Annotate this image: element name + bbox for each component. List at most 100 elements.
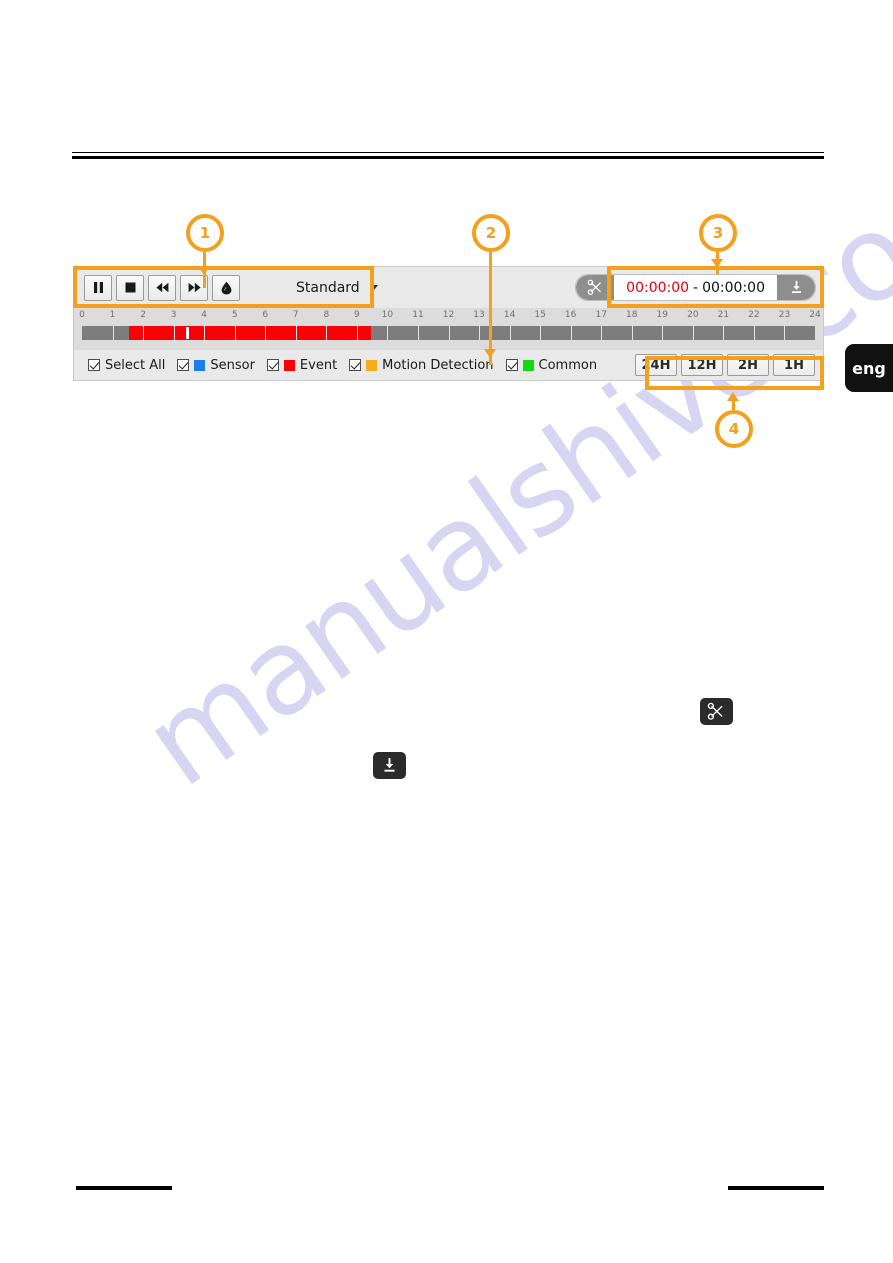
timeline-hour-divider [173, 326, 175, 340]
rewind-icon [155, 282, 168, 293]
timeline-segment-event[interactable] [129, 326, 371, 340]
clip-button[interactable] [576, 275, 615, 300]
download-icon [791, 280, 801, 293]
color-swatch-motion-detection [366, 359, 378, 371]
timeline-hour-divider [784, 326, 786, 340]
ruler-tick-23: 23 [778, 310, 791, 320]
timeline-legend: Select All Sensor Event Motion Detection Com… [74, 350, 823, 380]
clip-start-time: 00:00:00 [626, 279, 690, 296]
rewind-button[interactable] [148, 274, 176, 301]
clip-time-separator: - [693, 279, 699, 296]
legend-item-event[interactable]: Event [266, 357, 338, 373]
stop-icon [125, 282, 135, 293]
legend-item-motion-detection[interactable]: Motion Detection [349, 357, 494, 373]
scissors-icon [587, 279, 601, 295]
span-button-24h[interactable]: 24H [635, 354, 677, 376]
callout-4-circle: 4 [715, 410, 753, 448]
checkbox-motion-detection[interactable] [349, 359, 362, 371]
download-icon [384, 757, 395, 772]
ruler-tick-3: 3 [170, 310, 177, 320]
ruler-tick-10: 10 [381, 310, 394, 320]
timeline-hour-divider [479, 326, 481, 340]
color-swatch-common [522, 359, 534, 371]
timeline-hour-divider [662, 326, 664, 340]
timeline-hour-divider [601, 326, 603, 340]
span-buttons-group: 24H 12H 2H 1H [635, 354, 815, 376]
checkbox-sensor[interactable] [177, 359, 190, 371]
language-tab-eng[interactable]: eng [845, 344, 893, 392]
checkbox-common[interactable] [505, 359, 518, 371]
ruler-tick-11: 11 [412, 310, 424, 320]
legend-label-event: Event [299, 357, 338, 373]
timeline-bar[interactable] [82, 326, 815, 340]
timeline-hour-divider [265, 326, 267, 340]
stop-button[interactable] [116, 274, 144, 301]
ruler-tick-2: 2 [140, 310, 146, 320]
timeline-hour-divider [295, 326, 297, 340]
ruler-tick-14: 14 [503, 310, 516, 320]
callout-1-arrow-icon [198, 266, 210, 275]
header-rule-thick [72, 156, 824, 159]
legend-label-select-all: Select All [105, 357, 166, 373]
timeline-hour-divider [204, 326, 206, 340]
color-swatch-event [283, 359, 295, 371]
timeline-track[interactable] [74, 326, 823, 342]
scissors-icon [707, 702, 723, 720]
body-scissors-icon-chip [700, 698, 733, 725]
footer-bar-right [728, 1186, 824, 1190]
legend-label-motion-detection: Motion Detection [382, 357, 494, 373]
watermark-button[interactable] [212, 274, 240, 301]
timeline-hour-divider [326, 326, 328, 340]
ruler-tick-18: 18 [626, 310, 638, 320]
color-swatch-sensor [194, 359, 206, 371]
timeline-hour-divider [631, 326, 633, 340]
ruler-tick-22: 22 [748, 310, 760, 320]
chevron-down-icon [369, 285, 378, 290]
header-rule-thin [72, 152, 824, 153]
clip-time-range[interactable]: 00:00:00 - 00:00:00 [614, 275, 777, 300]
pause-icon [93, 282, 103, 293]
ruler-tick-13: 13 [473, 310, 485, 320]
ruler-tick-5: 5 [231, 310, 238, 320]
ruler-tick-1: 1 [109, 310, 116, 320]
timeline-hour-divider [417, 326, 419, 340]
checkbox-select-all[interactable] [88, 359, 100, 371]
callout-3-arrow-icon [711, 259, 723, 268]
ruler-tick-12: 12 [442, 310, 455, 320]
callout-3-circle: 3 [699, 214, 737, 252]
clip-end-time: 00:00:00 [702, 279, 765, 296]
callout-4-leader [732, 396, 735, 410]
quality-select[interactable]: Standard [296, 280, 378, 296]
span-button-1h[interactable]: 1H [773, 354, 815, 376]
download-button[interactable] [777, 275, 815, 300]
timeline-hour-divider [540, 326, 542, 340]
legend-item-sensor[interactable]: Sensor [177, 358, 255, 373]
ruler-tick-19: 19 [656, 310, 669, 320]
timeline-hour-divider [753, 326, 755, 340]
ruler-tick-4: 4 [201, 310, 208, 320]
body-download-icon-chip [373, 752, 406, 779]
checkbox-event[interactable] [266, 359, 279, 371]
ruler-tick-16: 16 [564, 310, 577, 320]
timeline-hour-divider [448, 326, 450, 340]
legend-item-common[interactable]: Common [505, 357, 598, 373]
quality-select-label: Standard [296, 279, 360, 296]
fast-forward-icon [188, 282, 201, 293]
page-watermark: manualshive.com [0, 0, 893, 1263]
ruler-tick-17: 17 [595, 310, 607, 320]
legend-label-common: Common [538, 357, 598, 373]
legend-item-select-all[interactable]: Select All [88, 358, 165, 373]
timeline-hour-divider [387, 326, 389, 340]
timeline-hour-divider [143, 326, 145, 340]
timeline-hour-divider [570, 326, 572, 340]
timeline-spacer [74, 342, 823, 350]
pause-button[interactable] [84, 274, 112, 301]
timeline-hour-divider [234, 326, 236, 340]
span-button-2h[interactable]: 2H [727, 354, 769, 376]
timeline-playhead[interactable] [185, 327, 189, 339]
legend-label-sensor: Sensor [210, 357, 255, 373]
ruler-tick-15: 15 [534, 310, 546, 320]
span-button-12h[interactable]: 12H [681, 354, 723, 376]
transport-controls-group [84, 274, 240, 301]
clip-time-group: 00:00:00 - 00:00:00 [575, 274, 816, 301]
